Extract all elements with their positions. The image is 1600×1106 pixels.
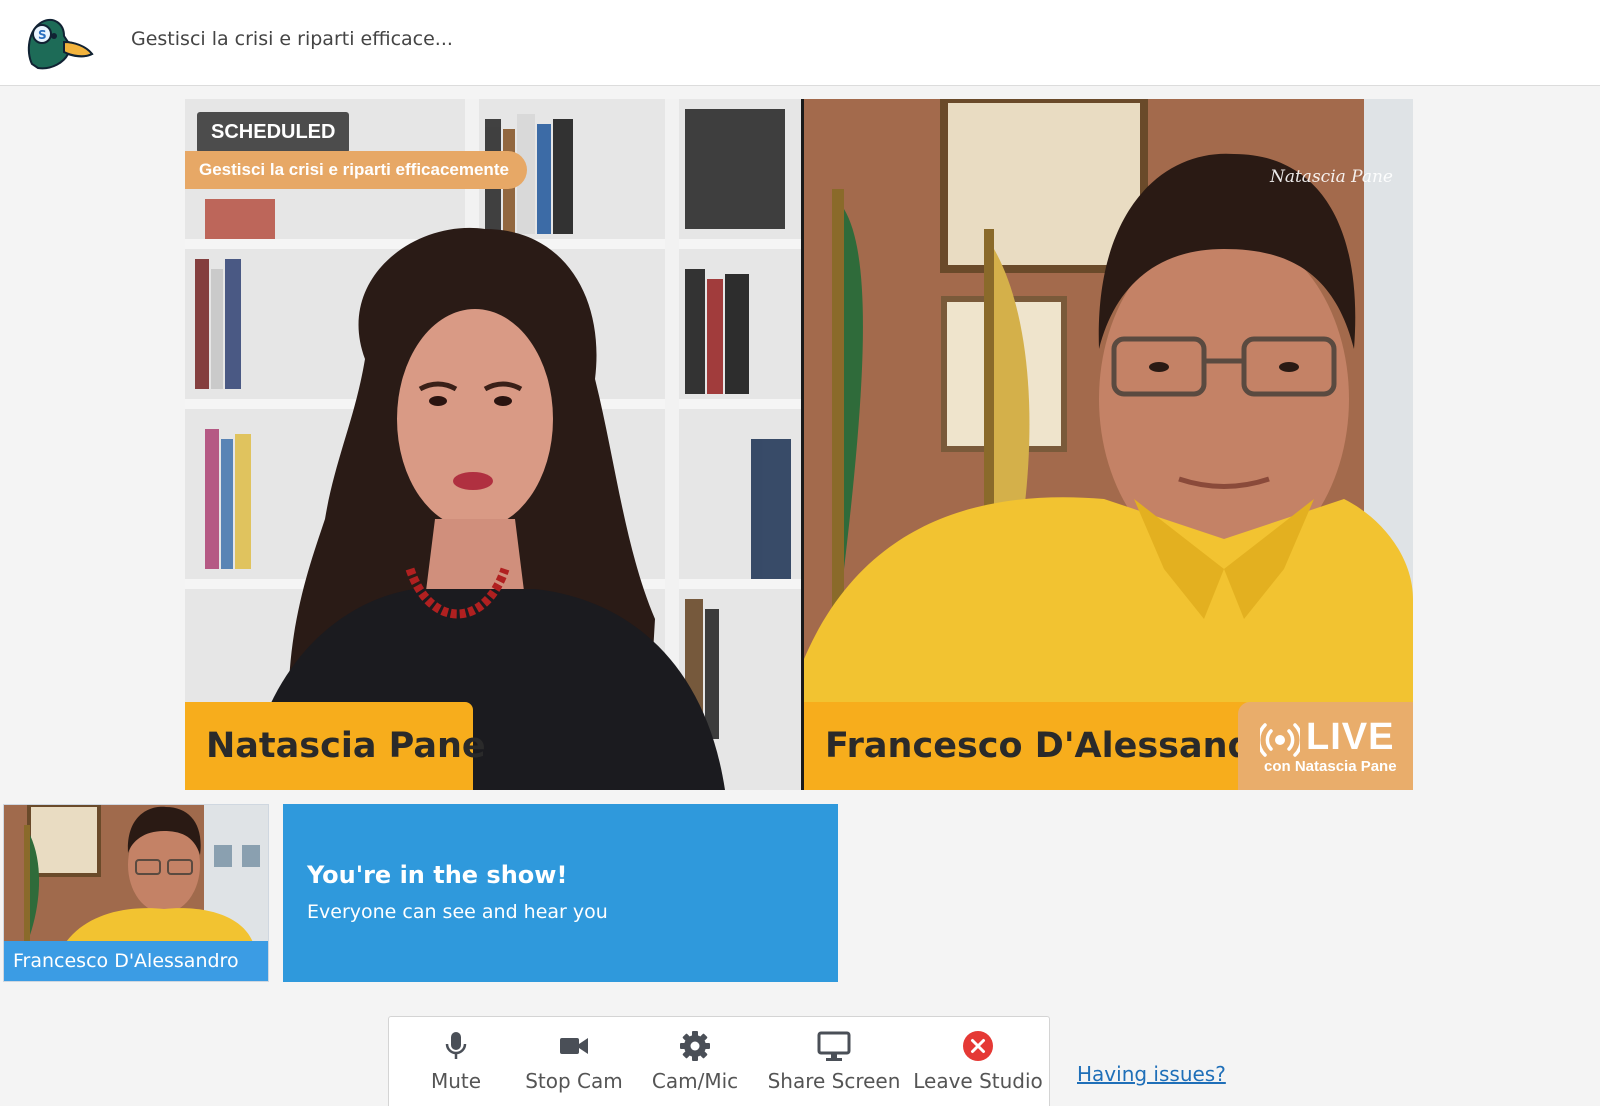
video-camera-icon xyxy=(560,1038,588,1054)
participant-video xyxy=(185,99,801,790)
stop-cam-button[interactable]: Stop Cam xyxy=(519,1017,629,1103)
stop-cam-label: Stop Cam xyxy=(525,1069,623,1093)
broadcast-icon xyxy=(1260,723,1300,757)
microphone-icon xyxy=(445,1032,467,1059)
broadcast-stage: SCHEDULED Gestisci la crisi e riparti ef… xyxy=(185,99,1413,790)
participant-tile-francesco[interactable]: Natascia Pane Francesco D'Alessandro LIV… xyxy=(804,99,1413,790)
svg-text:S: S xyxy=(38,28,47,42)
cam-mic-label: Cam/Mic xyxy=(651,1069,739,1093)
share-screen-label: Share Screen xyxy=(767,1069,901,1093)
cam-mic-settings-button[interactable]: Cam/Mic xyxy=(645,1017,745,1103)
studio-controls-toolbar: Mute Stop Cam Cam/Mic Share Screen Leave… xyxy=(388,1016,1050,1106)
in-show-notice: You're in the show! Everyone can see and… xyxy=(283,804,838,982)
scheduled-badge: SCHEDULED xyxy=(197,112,350,153)
self-video xyxy=(4,805,268,945)
show-title[interactable]: Gestisci la crisi e riparti efficace... xyxy=(131,28,453,50)
live-label: LIVE xyxy=(1306,716,1395,758)
streamyard-duck-logo[interactable]: S xyxy=(24,12,96,72)
close-circle-icon xyxy=(963,1031,993,1061)
self-camera-preview[interactable]: Francesco D'Alessandro xyxy=(3,804,269,982)
share-screen-button[interactable]: Share Screen xyxy=(759,1017,909,1103)
gear-icon xyxy=(680,1031,710,1061)
leave-studio-label: Leave Studio xyxy=(913,1069,1043,1093)
watermark-signature: Natascia Pane xyxy=(1269,167,1393,187)
mute-label: Mute xyxy=(430,1069,482,1093)
monitor-icon xyxy=(817,1031,851,1061)
show-banner: Gestisci la crisi e riparti efficacement… xyxy=(185,151,527,189)
live-badge: LIVE con Natascia Pane xyxy=(1238,702,1413,790)
participant-tile-natascia[interactable]: SCHEDULED Gestisci la crisi e riparti ef… xyxy=(185,99,801,790)
participant-video xyxy=(804,99,1413,790)
nameplate-francesco: Francesco D'Alessandro xyxy=(804,702,1294,790)
mute-button[interactable]: Mute xyxy=(411,1017,501,1103)
in-show-title: You're in the show! xyxy=(307,861,568,889)
top-bar: S Gestisci la crisi e riparti efficace..… xyxy=(0,0,1600,86)
self-name-label: Francesco D'Alessandro xyxy=(4,941,268,981)
live-subtitle: con Natascia Pane xyxy=(1264,758,1397,775)
leave-studio-button[interactable]: Leave Studio xyxy=(909,1017,1047,1103)
having-issues-link[interactable]: Having issues? xyxy=(1077,1062,1226,1086)
in-show-subtitle: Everyone can see and hear you xyxy=(307,901,608,923)
nameplate-natascia: Natascia Pane xyxy=(185,702,486,790)
